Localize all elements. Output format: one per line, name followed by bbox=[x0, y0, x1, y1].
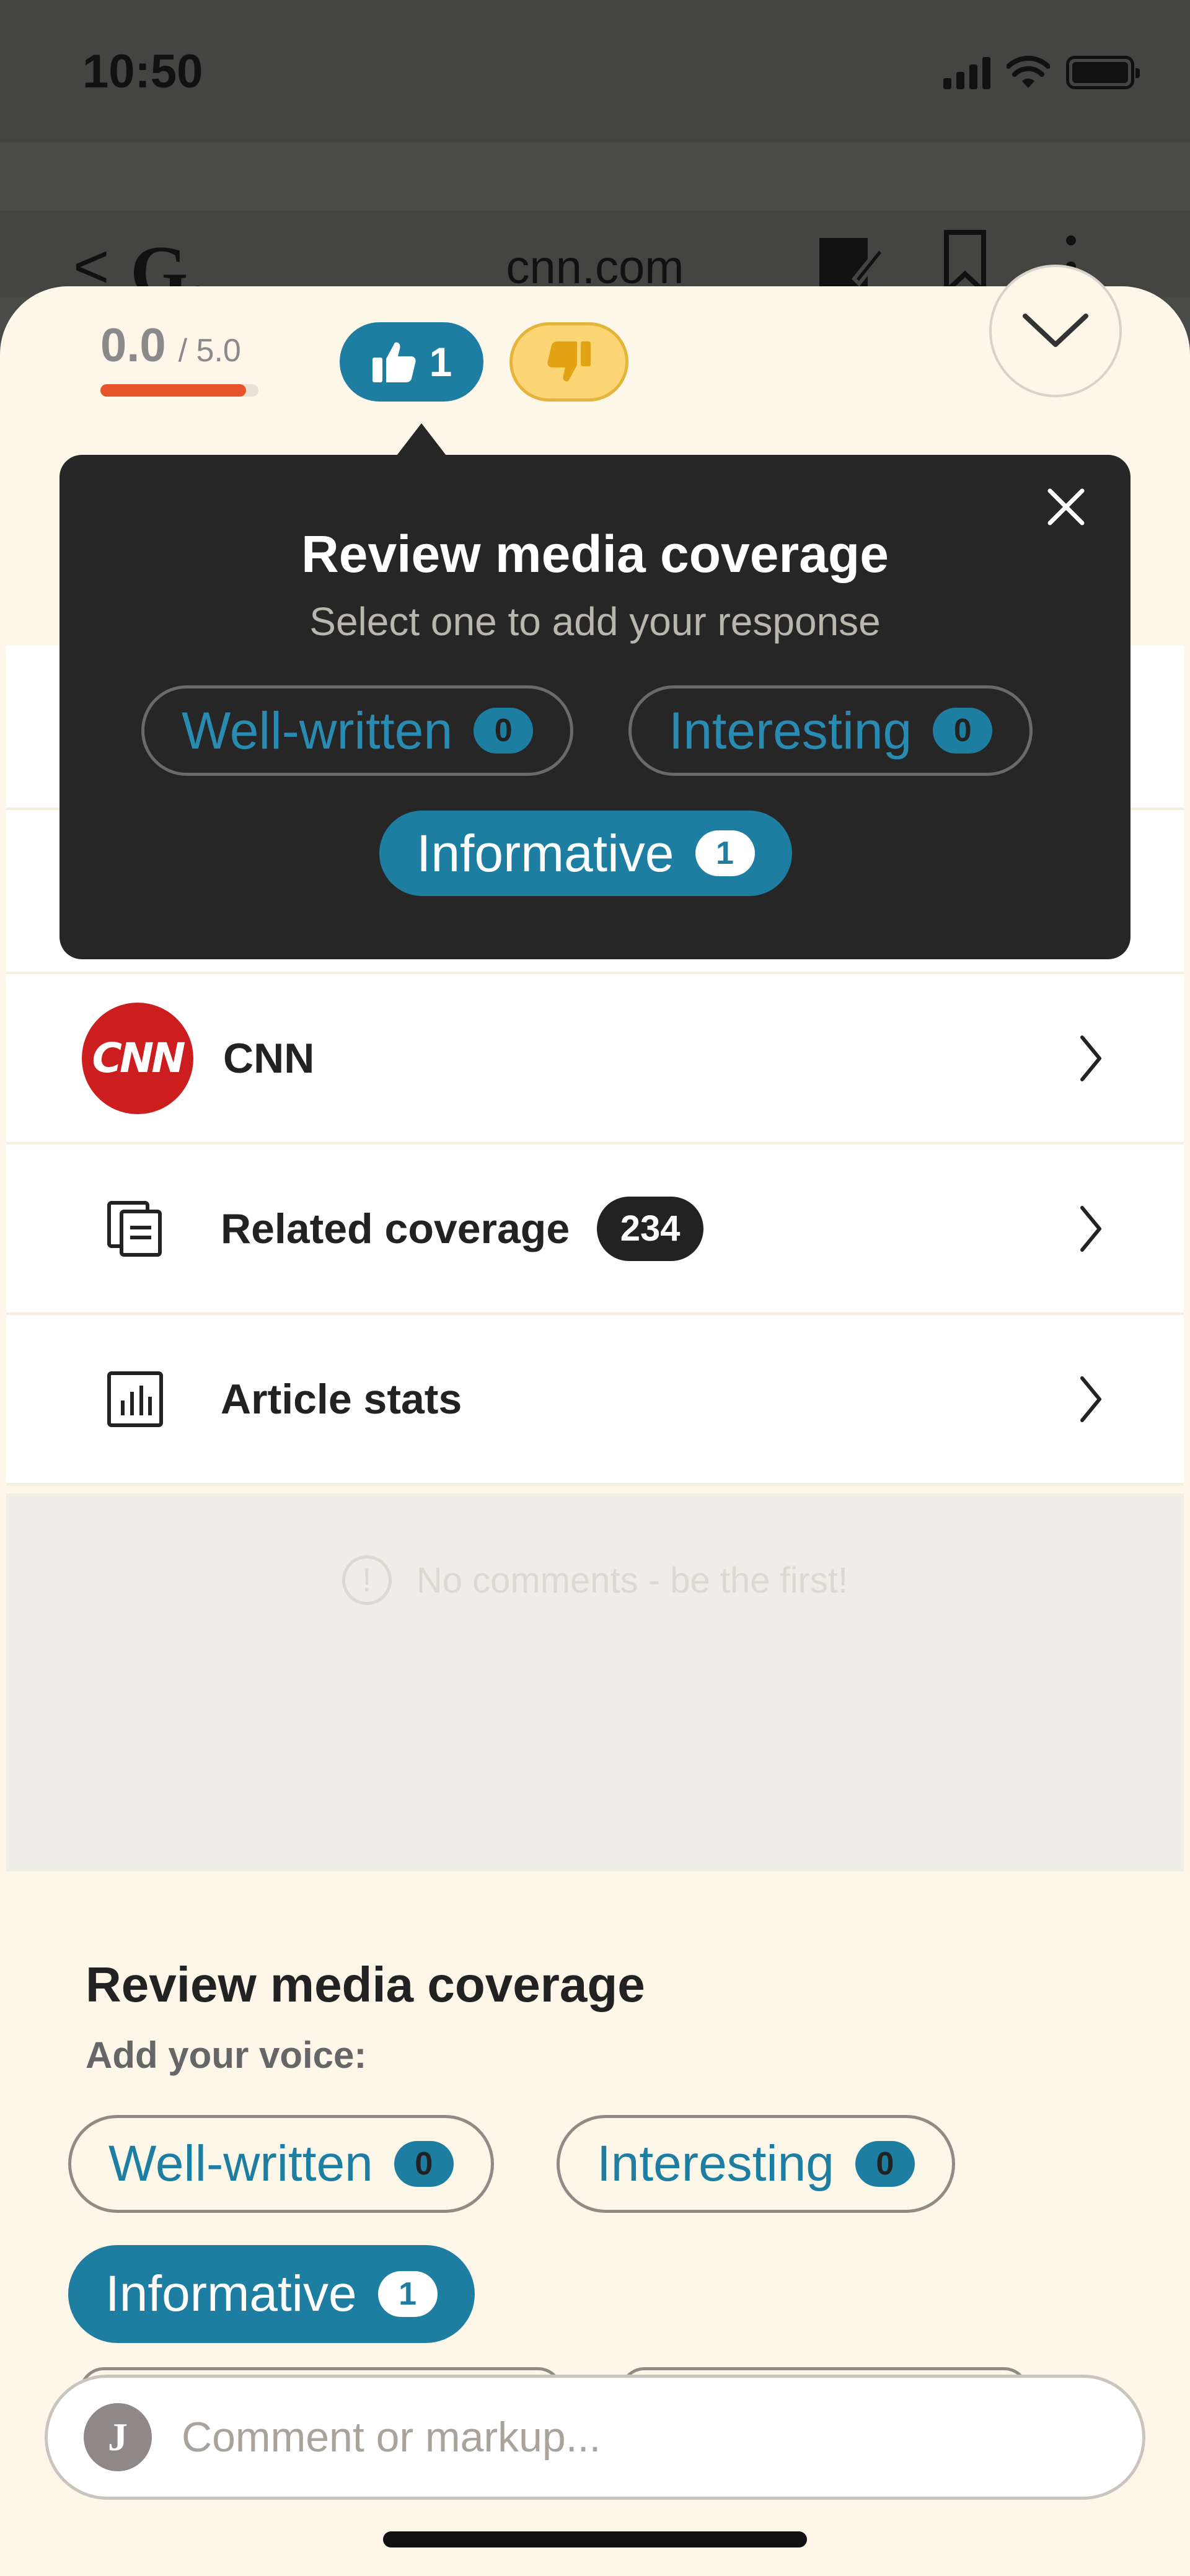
thumbs-down-icon bbox=[547, 341, 591, 382]
chip-count: 0 bbox=[394, 2141, 454, 2187]
status-time: 10:50 bbox=[82, 45, 203, 98]
thumbs-up-button[interactable]: 1 bbox=[340, 322, 483, 402]
popover-title: Review media coverage bbox=[301, 525, 889, 583]
bar-chart-icon bbox=[107, 1371, 163, 1427]
thumbs-up-count: 1 bbox=[429, 339, 452, 385]
popover-chip-informative[interactable]: Informative 1 bbox=[379, 811, 792, 896]
status-icons bbox=[943, 55, 1140, 89]
article-stats-label: Article stats bbox=[221, 1375, 462, 1423]
popover-subtitle: Select one to add your response bbox=[309, 599, 881, 644]
source-row-cnn[interactable]: CNN CNN bbox=[6, 974, 1184, 1145]
review-chip-well-written[interactable]: Well-written 0 bbox=[68, 2115, 494, 2213]
comment-input[interactable] bbox=[182, 2413, 1049, 2461]
rating-max: / 5.0 bbox=[178, 333, 241, 369]
cnn-logo: CNN bbox=[82, 1002, 193, 1114]
review-section-title: Review media coverage bbox=[86, 1957, 645, 2012]
thumbs-up-icon bbox=[372, 342, 416, 382]
comments-empty-text: No comments - be the first! bbox=[416, 1560, 848, 1601]
chevron-down-icon bbox=[1023, 314, 1088, 347]
rating-value: 0.0 bbox=[100, 319, 166, 372]
battery-icon bbox=[1066, 56, 1140, 89]
rating-bar bbox=[100, 384, 258, 397]
related-coverage-count: 234 bbox=[597, 1196, 704, 1261]
chip-count: 0 bbox=[855, 2141, 915, 2187]
status-bar: 10:50 bbox=[0, 0, 1190, 143]
close-icon[interactable] bbox=[1045, 486, 1087, 528]
collapse-sheet-button[interactable] bbox=[989, 265, 1122, 397]
info-icon: ! bbox=[342, 1555, 392, 1605]
article-stats-row[interactable]: Article stats bbox=[6, 1315, 1184, 1485]
comment-bar: J bbox=[45, 2375, 1145, 2500]
review-chip-informative[interactable]: Informative 1 bbox=[68, 2245, 475, 2343]
rating-bar-fill bbox=[100, 384, 246, 397]
chip-label: Well-written bbox=[108, 2135, 373, 2192]
chip-count: 0 bbox=[474, 708, 534, 754]
rating: 0.0 / 5.0 bbox=[100, 319, 241, 372]
source-name: CNN bbox=[223, 1034, 315, 1082]
home-indicator bbox=[383, 2531, 807, 2547]
chip-label: Well-written bbox=[182, 701, 453, 760]
related-coverage-row[interactable]: Related coverage 234 bbox=[6, 1145, 1184, 1315]
chip-count: 1 bbox=[695, 830, 755, 876]
chevron-right-icon bbox=[1080, 1205, 1101, 1252]
chip-count: 1 bbox=[377, 2271, 438, 2317]
bookmark-icon[interactable] bbox=[943, 229, 987, 295]
comments-panel: ! No comments - be the first! bbox=[6, 1493, 1184, 1871]
review-popover: Review media coverage Select one to add … bbox=[60, 455, 1130, 959]
chip-count: 0 bbox=[933, 708, 993, 754]
related-coverage-label: Related coverage bbox=[221, 1205, 570, 1252]
markup-icon[interactable] bbox=[817, 235, 885, 292]
popover-chip-well-written[interactable]: Well-written 0 bbox=[141, 685, 574, 776]
chevron-right-icon bbox=[1080, 1035, 1101, 1081]
cellular-signal-icon bbox=[943, 55, 990, 89]
chip-label: Informative bbox=[105, 2266, 357, 2322]
related-coverage-icon bbox=[107, 1200, 162, 1257]
chevron-right-icon bbox=[1080, 1376, 1101, 1422]
review-section-subtitle: Add your voice: bbox=[86, 2034, 367, 2076]
avatar[interactable]: J bbox=[84, 2403, 152, 2471]
wifi-icon bbox=[1007, 56, 1050, 88]
chip-label: Informative bbox=[416, 824, 674, 882]
popover-arrow bbox=[397, 423, 446, 455]
thumbs-down-button[interactable] bbox=[509, 322, 628, 402]
chip-label: Interesting bbox=[669, 701, 912, 760]
comments-empty-state: ! No comments - be the first! bbox=[6, 1555, 1184, 1605]
review-chip-interesting[interactable]: Interesting 0 bbox=[557, 2115, 955, 2213]
popover-chip-interesting[interactable]: Interesting 0 bbox=[628, 685, 1033, 776]
chip-label: Interesting bbox=[597, 2135, 834, 2192]
